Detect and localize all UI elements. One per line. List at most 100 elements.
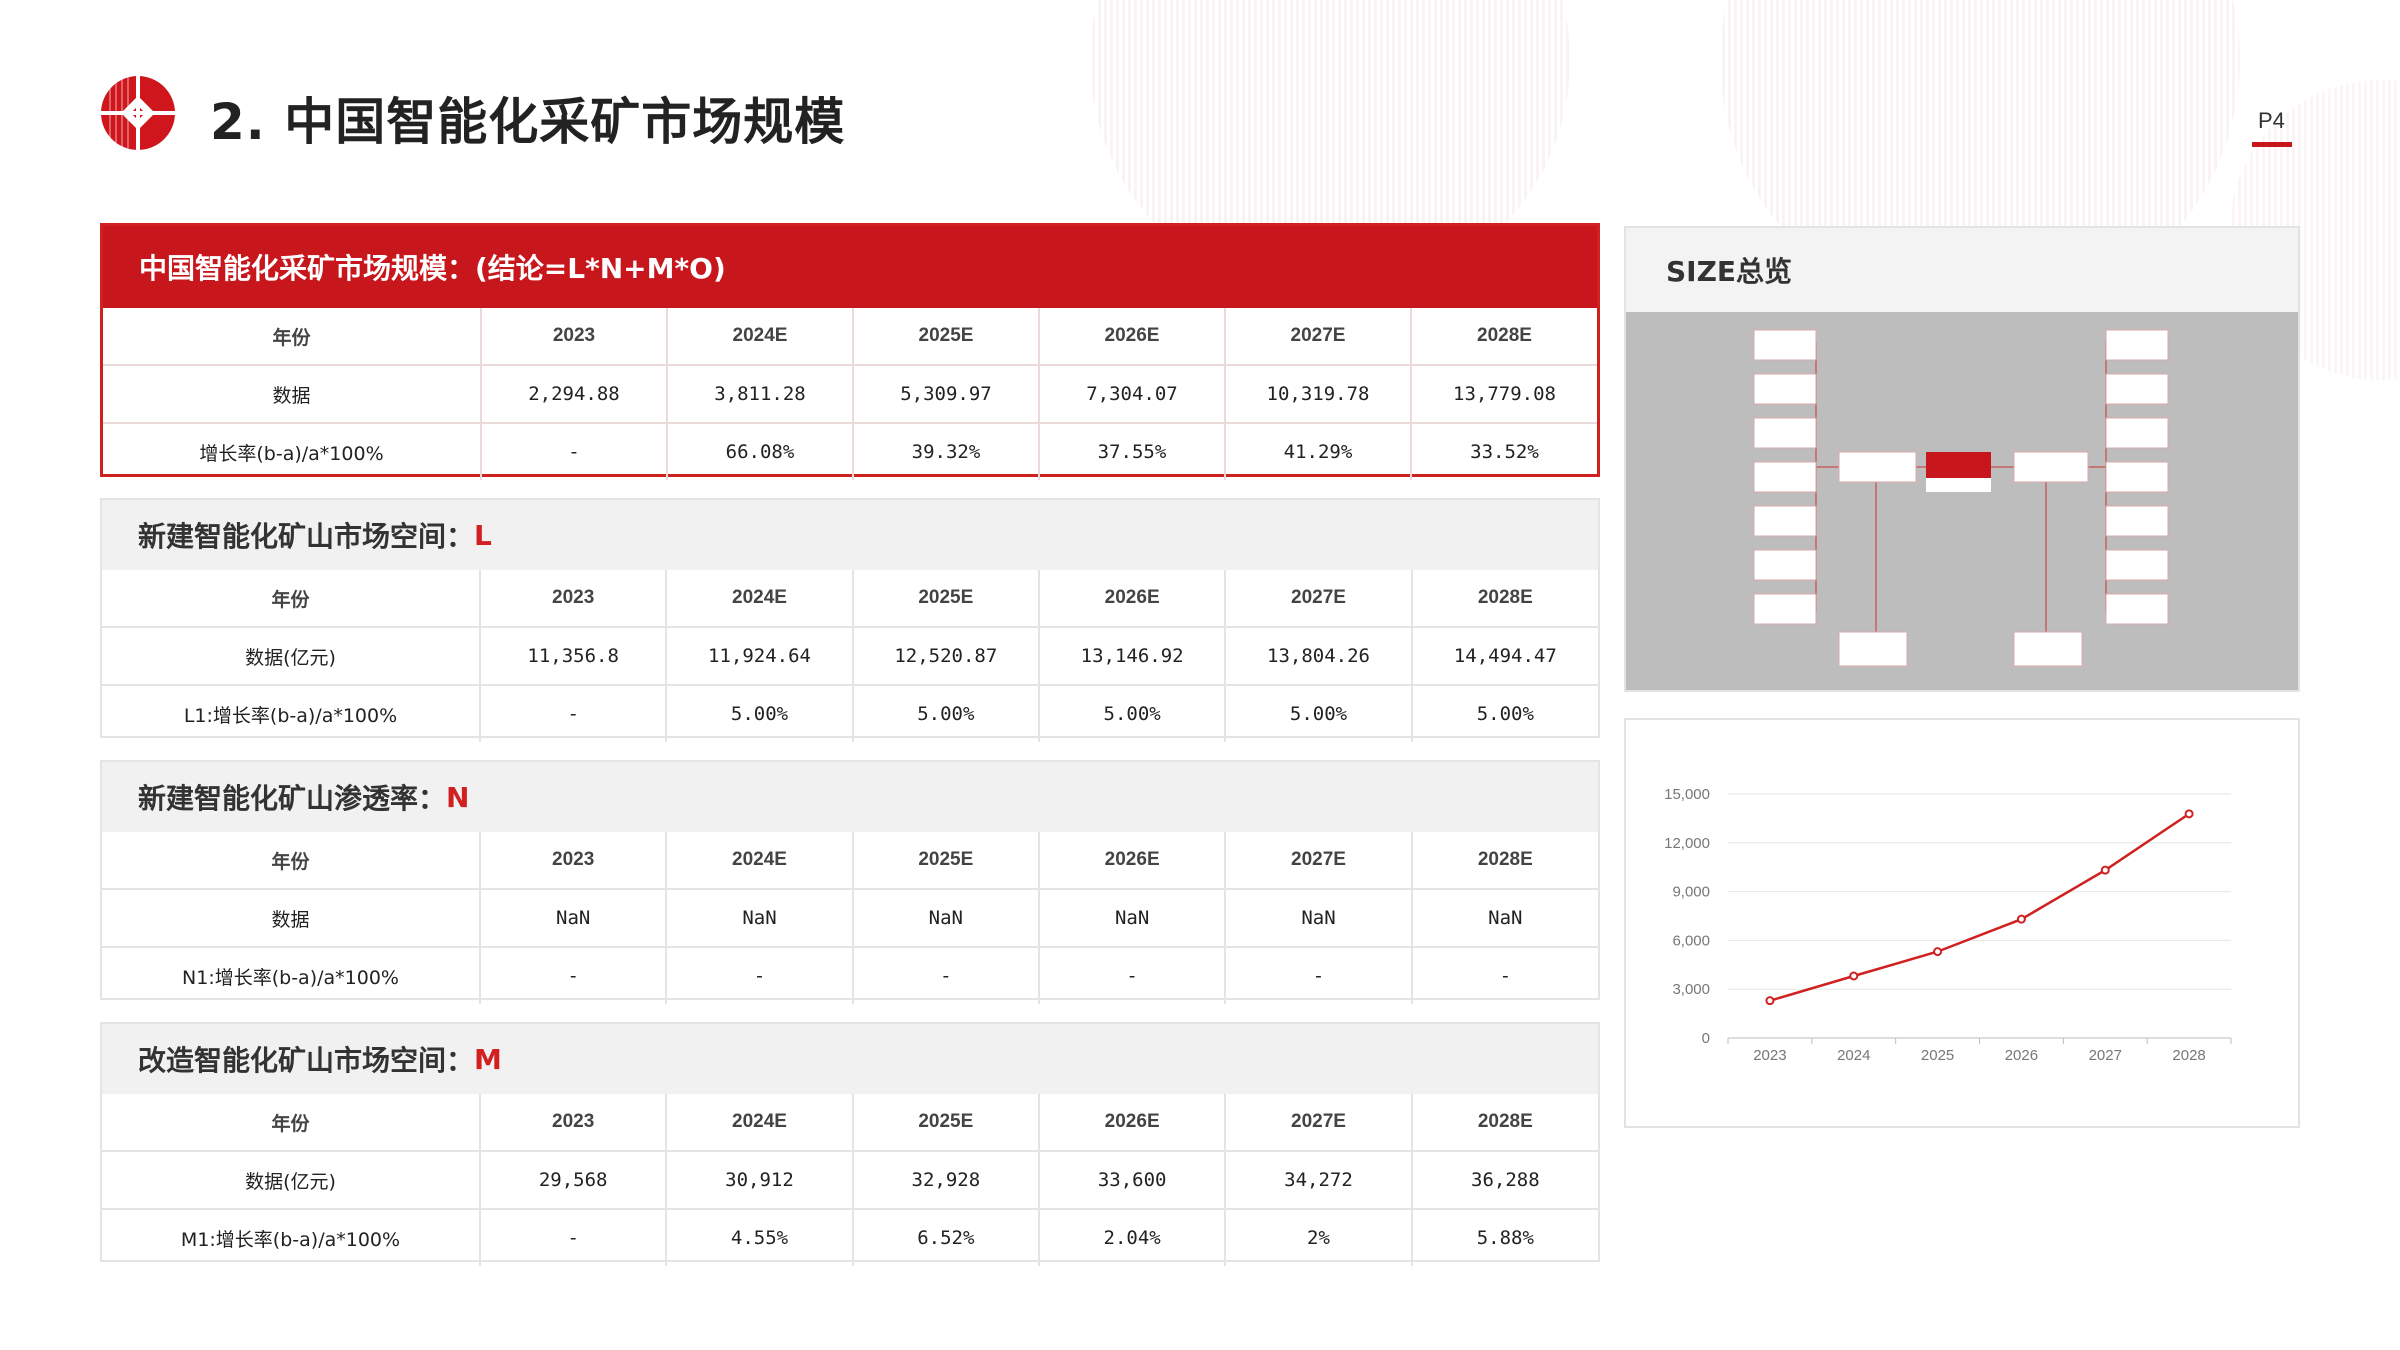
table-row: 数据(亿元) 11,356.8 11,924.64 12,520.87 13,1… xyxy=(102,627,1598,686)
size-overview-title: SIZE总览 xyxy=(1626,228,2298,312)
table-cell: NaN xyxy=(666,889,854,948)
mindmap-thumbnail xyxy=(1626,312,2298,690)
table-cell: 12,520.87 xyxy=(852,627,1040,686)
table-cell: - xyxy=(480,947,668,1004)
x-tick-label: 2026 xyxy=(2005,1047,2038,1064)
table-row: 增长率(b-a)/a*100% - 66.08% 39.32% 37.55% 4… xyxy=(103,423,1597,480)
table-cell: 13,146.92 xyxy=(1038,627,1227,686)
table-cell: 6.52% xyxy=(852,1209,1040,1266)
table-cell: 2027E xyxy=(1225,832,1413,890)
table-cell: 2023 xyxy=(480,570,668,628)
table-cell: 5,309.97 xyxy=(853,365,1040,424)
table-cell: NaN xyxy=(480,889,668,948)
market-size-section: 中国智能化采矿市场规模：(结论=L*N+M*O) 年份 2023 2024E 2… xyxy=(100,223,1600,480)
table-cell: 年份 xyxy=(102,832,481,890)
table-cell: 5.00% xyxy=(1476,703,1534,725)
series-line xyxy=(1769,812,2190,1002)
table-cell: 2025E xyxy=(852,832,1040,890)
table-cell: 2023 xyxy=(480,832,668,890)
table-cell: 32,928 xyxy=(852,1151,1040,1210)
y-tick-label: 6,000 xyxy=(1672,932,1710,949)
table-cell: 13,804.26 xyxy=(1225,627,1413,686)
table-cell: 66.08% xyxy=(667,423,854,480)
table-cell: 2026E xyxy=(1039,308,1226,366)
table-cell: 30,912 xyxy=(666,1151,854,1210)
brand-logo xyxy=(100,75,176,151)
table-cell: 年份 xyxy=(102,570,481,628)
y-tick-label: 12,000 xyxy=(1664,835,1710,852)
table-cell: 2023 xyxy=(480,1094,668,1152)
table-row: N1:增长率(b-a)/a*100% - - - - - - xyxy=(102,947,1598,1004)
table-cell: M1:增长率(b-a)/a*100% xyxy=(102,1209,481,1266)
table-cell: 2026E xyxy=(1038,832,1227,890)
table-row: 数据(亿元) 29,568 30,912 32,928 33,600 34,27… xyxy=(102,1151,1598,1210)
data-point xyxy=(2184,809,2194,819)
section-title: 改造智能化矿山市场空间： xyxy=(138,1044,475,1077)
section-title: 新建智能化矿山市场空间： xyxy=(138,520,475,553)
mindmap-diagram xyxy=(1753,329,2169,667)
data-point xyxy=(1765,996,1775,1006)
y-tick-label: 3,000 xyxy=(1672,981,1710,998)
table-cell: 4.55% xyxy=(666,1209,854,1266)
y-tick-label: 15,000 xyxy=(1664,786,1710,803)
size-overview-panel: SIZE总览 xyxy=(1624,226,2300,692)
section-title-accent: L xyxy=(474,518,492,552)
table-cell: 2024E xyxy=(666,832,854,890)
table-cell: - xyxy=(666,947,854,1004)
table-header-row: 年份 2023 2024E 2025E 2026E 2027E 2028E xyxy=(103,308,1597,366)
table-cell: NaN xyxy=(1411,889,1598,948)
table-cell: 2028E xyxy=(1411,570,1598,628)
section-title: 新建智能化矿山渗透率： xyxy=(138,782,447,815)
y-tick-label: 9,000 xyxy=(1672,884,1710,901)
x-tick-label: 2025 xyxy=(1921,1047,1954,1064)
table-cell: 7,304.07 xyxy=(1039,365,1226,424)
table-cell: 2028E xyxy=(1411,1094,1598,1152)
table-header-row: 年份 2023 2024E 2025E 2026E 2027E 2028E xyxy=(102,1094,1598,1152)
section-title-accent: M xyxy=(474,1042,502,1076)
table-cell: 5.00% xyxy=(666,685,854,742)
table-cell: 2026E xyxy=(1038,1094,1227,1152)
section-header: 中国智能化采矿市场规模：(结论=L*N+M*O) xyxy=(103,226,1597,308)
x-tick-label: 2027 xyxy=(2089,1047,2122,1064)
table-cell: 增长率(b-a)/a*100% xyxy=(103,423,482,480)
table-cell: - xyxy=(1038,947,1227,1004)
table-cell: 2023 xyxy=(481,308,668,366)
data-point xyxy=(1933,947,1943,957)
page-title: 2. 中国智能化采矿市场规模 xyxy=(210,93,846,151)
table-cell: 11,924.64 xyxy=(666,627,854,686)
data-point xyxy=(1849,971,1859,981)
table-cell: - xyxy=(480,685,668,742)
renovated-mine-market-section: 改造智能化矿山市场空间： M 年份 2023 2024E 2025E 2026E … xyxy=(100,1022,1600,1266)
table-cell: 2028E xyxy=(1411,832,1598,890)
table-cell: 41.29% xyxy=(1225,423,1412,480)
table-cell: 2024E xyxy=(667,308,854,366)
y-tick-label: 0 xyxy=(1702,1030,1710,1047)
table-cell: 33,600 xyxy=(1038,1151,1227,1210)
section-header: 改造智能化矿山市场空间： M xyxy=(102,1024,1598,1094)
table-cell: 2% xyxy=(1225,1209,1413,1266)
table-cell: 5.00% xyxy=(852,685,1040,742)
table-cell: - xyxy=(852,947,1040,1004)
table-cell: 36,288 xyxy=(1411,1151,1598,1210)
table-cell: 5.88% xyxy=(1476,1227,1534,1249)
table-cell: 2025E xyxy=(853,308,1040,366)
table-cell: NaN xyxy=(1225,889,1413,948)
data-point xyxy=(2100,865,2110,875)
table-cell: 39.32% xyxy=(853,423,1040,480)
section-title-accent: N xyxy=(446,780,470,814)
page-number-underline xyxy=(2252,142,2292,147)
table-cell: 2025E xyxy=(852,570,1040,628)
table-cell: 2027E xyxy=(1225,308,1412,366)
table-cell: 33.52% xyxy=(1470,441,1539,463)
x-tick-label: 2024 xyxy=(1837,1047,1870,1064)
table-cell: 11,356.8 xyxy=(480,627,668,686)
market-size-table: 年份 2023 2024E 2025E 2026E 2027E 2028E 数据… xyxy=(103,308,1597,480)
table-row: M1:增长率(b-a)/a*100% - 4.55% 6.52% 2.04% 2… xyxy=(102,1209,1598,1266)
table-cell: 2028E xyxy=(1411,308,1597,366)
table-cell: 5.00% xyxy=(1225,685,1413,742)
table-cell: 年份 xyxy=(103,308,482,366)
table-cell: - xyxy=(480,1209,668,1266)
table-cell: 3,811.28 xyxy=(667,365,854,424)
new-mine-market-table: 年份 2023 2024E 2025E 2026E 2027E 2028E 数据… xyxy=(102,570,1598,742)
table-row: 数据 NaN NaN NaN NaN NaN NaN xyxy=(102,889,1598,948)
